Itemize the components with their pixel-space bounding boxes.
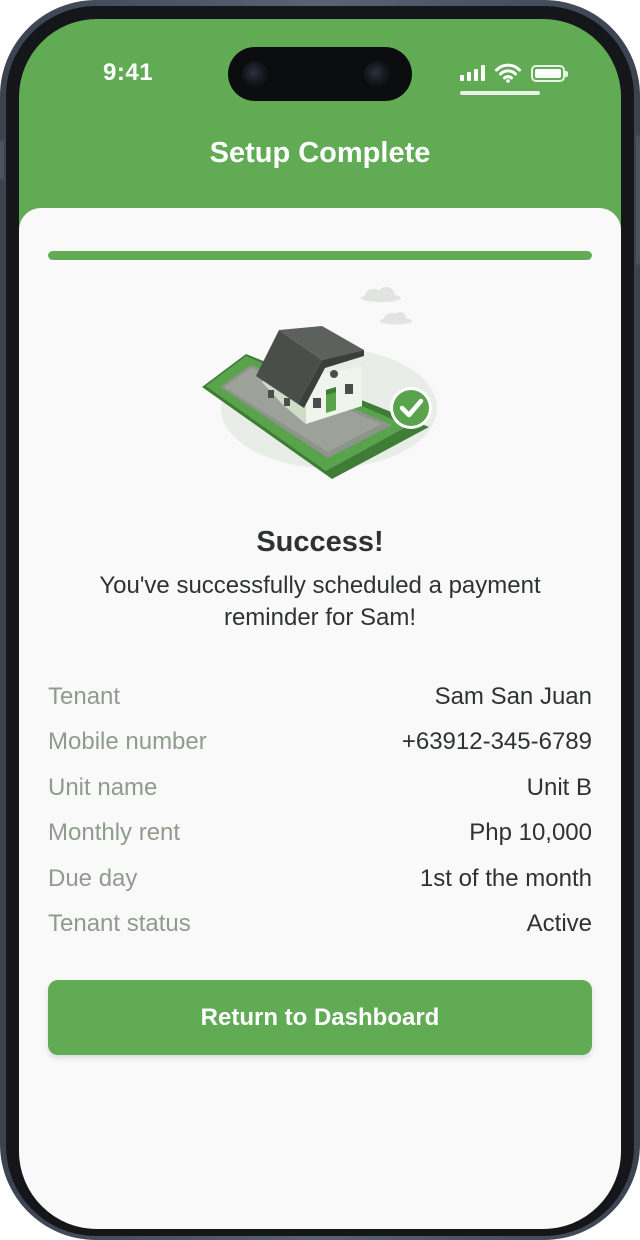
side-button [0,140,4,180]
detail-label: Due day [48,864,138,892]
battery-icon [531,64,568,82]
content-card: Success! You've successfully scheduled a… [19,208,621,1229]
progress-bar [48,251,592,260]
detail-value: Unit B [526,773,592,801]
detail-row-unit-name: Unit name Unit B [48,765,592,811]
wifi-icon [495,63,521,83]
detail-row-due-day: Due day 1st of the month [48,856,592,902]
detail-label: Tenant [48,682,121,710]
battery-fill [535,68,561,78]
success-title: Success! [256,526,384,558]
signal-icon [460,65,485,81]
return-to-dashboard-button[interactable]: Return to Dashboard [48,980,592,1055]
dynamic-island [228,47,412,101]
app-screen: 9:41 Setup Complete Success! You've succ… [19,19,621,1229]
status-icons [460,63,568,83]
detail-value: Active [526,910,592,938]
detail-label: Tenant status [48,910,191,938]
detail-label: Unit name [48,773,158,801]
detail-value: Sam San Juan [434,682,592,710]
detail-row-tenant: Tenant Sam San Juan [48,674,592,720]
detail-label: Monthly rent [48,819,181,847]
detail-label: Mobile number [48,728,207,756]
detail-value: Php 10,000 [469,819,592,847]
camera-icon [242,61,268,87]
camera-icon [364,61,390,87]
success-message: You've successfully scheduled a payment … [99,572,541,631]
details-list: Tenant Sam San Juan Mobile number +63912… [48,674,592,947]
detail-row-monthly-rent: Monthly rent Php 10,000 [48,811,592,857]
status-indicator-bar [460,91,540,95]
detail-value: 1st of the month [419,864,592,892]
side-button [636,135,640,265]
detail-row-mobile-number: Mobile number +63912-345-6789 [48,720,592,766]
page-title: Setup Complete [209,137,431,169]
house-on-phone-check-icon [202,287,437,479]
progress-fill [48,251,592,260]
detail-row-tenant-status: Tenant status Active [48,902,592,948]
detail-value: +63912-345-6789 [401,728,592,756]
status-time: 9:41 [103,59,154,86]
